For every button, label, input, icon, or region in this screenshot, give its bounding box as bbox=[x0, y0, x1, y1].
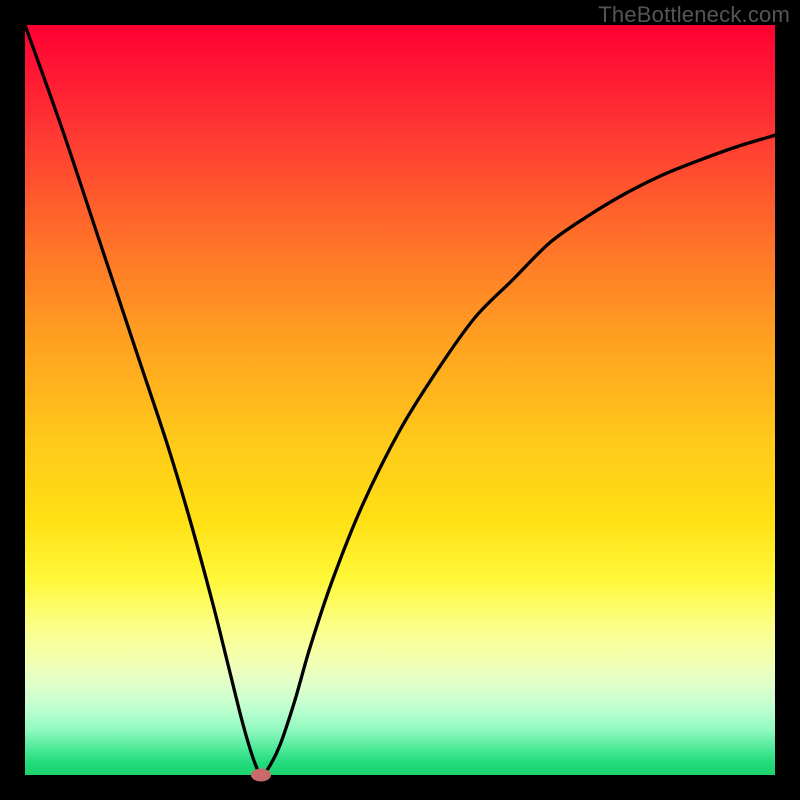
bottleneck-curve bbox=[25, 25, 775, 775]
minimum-marker bbox=[251, 769, 271, 782]
watermark-text: TheBottleneck.com bbox=[598, 2, 790, 28]
chart-frame: TheBottleneck.com bbox=[0, 0, 800, 800]
plot-area bbox=[25, 25, 775, 775]
